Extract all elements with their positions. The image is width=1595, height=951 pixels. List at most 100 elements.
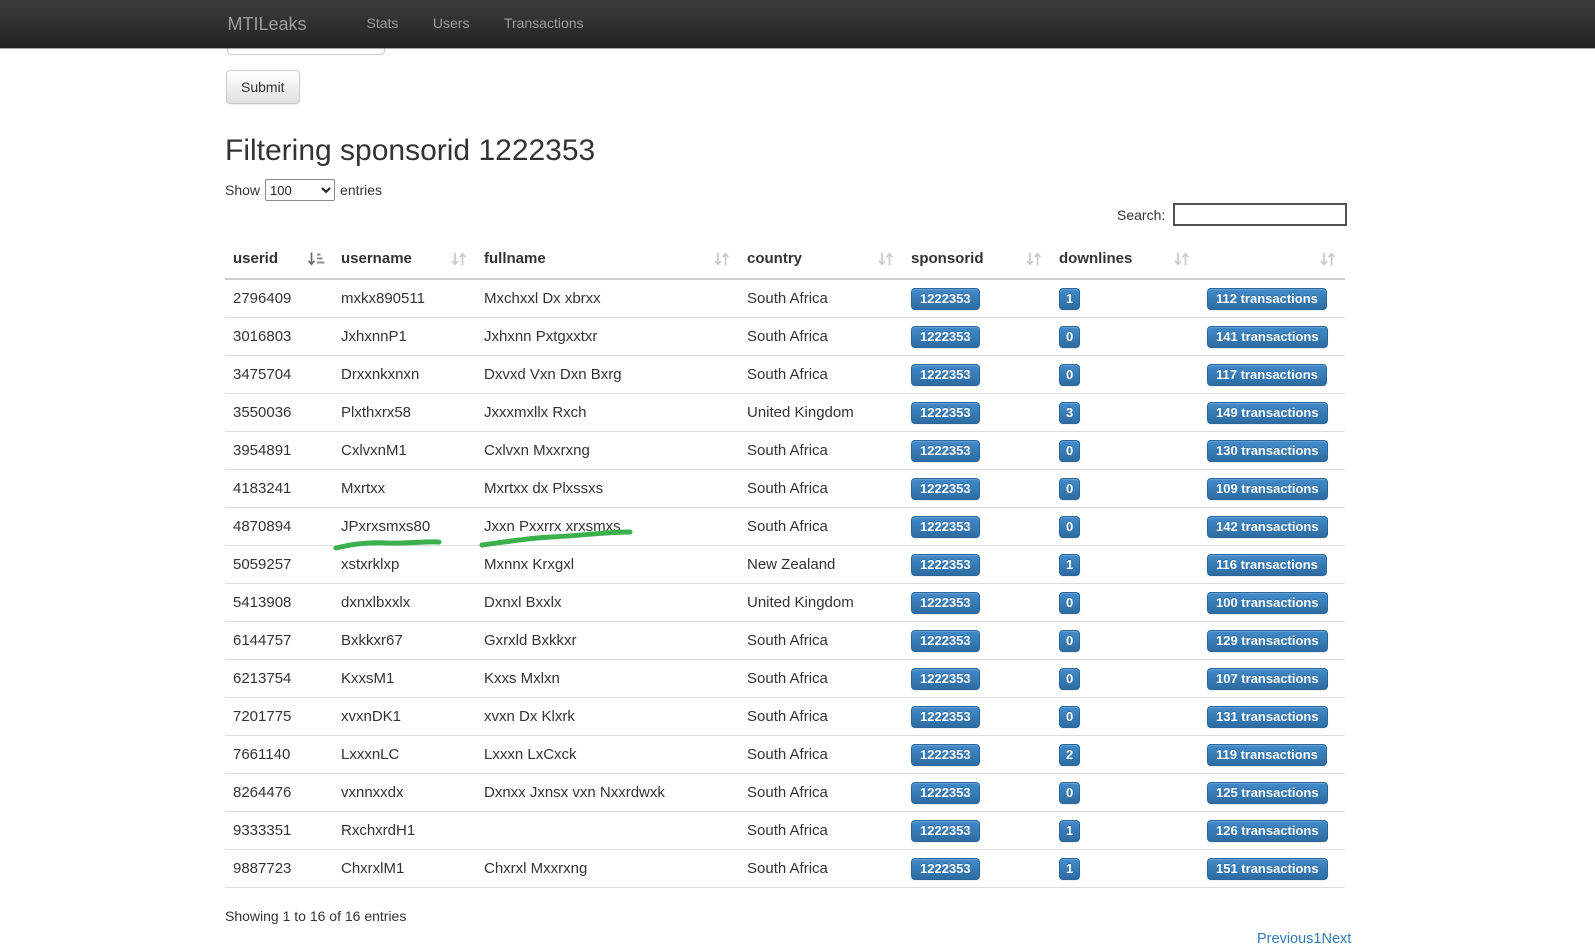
sponsorid-badge[interactable]: 1222353 <box>911 516 980 538</box>
table-row: 2796409 mxkx890511 Mxchxxl Dx xbrxx Sout… <box>225 279 1345 318</box>
cell-username: JPxrxsmxs80 <box>333 508 476 546</box>
transactions-badge[interactable]: 126 transactions <box>1207 820 1328 842</box>
downlines-badge[interactable]: 0 <box>1059 630 1080 652</box>
cell-userid: 7661140 <box>225 736 333 774</box>
cell-username: xstxrklxp <box>333 546 476 584</box>
pagination-next[interactable]: Next <box>1322 931 1352 947</box>
table-row: 3475704 Drxxnkxnxn Dxvxd Vxn Dxn Bxrg So… <box>225 356 1345 394</box>
cell-username: xvxnDK1 <box>333 698 476 736</box>
cell-userid: 9887723 <box>225 850 333 888</box>
pagination-previous[interactable]: Previous <box>1257 931 1313 947</box>
sponsorid-badge[interactable]: 1222353 <box>911 820 980 842</box>
cell-username: KxxsM1 <box>333 660 476 698</box>
nav-item-stats[interactable]: Stats <box>352 15 414 31</box>
sort-ascending-icon <box>307 252 325 267</box>
transactions-badge[interactable]: 116 transactions <box>1207 554 1327 576</box>
transactions-badge[interactable]: 149 transactions <box>1207 402 1328 424</box>
cell-userid: 5413908 <box>225 584 333 622</box>
sponsorid-badge[interactable]: 1222353 <box>911 402 980 424</box>
transactions-badge[interactable]: 107 transactions <box>1207 668 1328 690</box>
transactions-badge[interactable]: 130 transactions <box>1207 440 1328 462</box>
cell-transactions: 125 transactions <box>1199 774 1345 812</box>
col-header-username[interactable]: username <box>333 240 476 279</box>
transactions-badge[interactable]: 119 transactions <box>1207 744 1327 766</box>
search-input[interactable] <box>1173 203 1347 226</box>
downlines-badge[interactable]: 0 <box>1059 478 1080 500</box>
cell-downlines: 1 <box>1051 812 1199 850</box>
transactions-badge[interactable]: 112 transactions <box>1207 288 1327 310</box>
downlines-badge[interactable]: 0 <box>1059 364 1080 386</box>
downlines-badge[interactable]: 0 <box>1059 440 1080 462</box>
transactions-badge[interactable]: 109 transactions <box>1207 478 1328 500</box>
downlines-badge[interactable]: 0 <box>1059 592 1080 614</box>
col-header-transactions[interactable] <box>1199 240 1345 279</box>
downlines-badge[interactable]: 2 <box>1059 744 1080 766</box>
sponsorid-badge[interactable]: 1222353 <box>911 364 980 386</box>
downlines-badge[interactable]: 0 <box>1059 706 1080 728</box>
nav-item-users[interactable]: Users <box>418 15 485 31</box>
downlines-badge[interactable]: 1 <box>1059 858 1080 880</box>
transactions-badge[interactable]: 142 transactions <box>1207 516 1328 538</box>
cell-username: CxlvxnM1 <box>333 432 476 470</box>
cell-transactions: 126 transactions <box>1199 812 1345 850</box>
cell-fullname: Dxnxx Jxnsx vxn Nxxrdwxk <box>476 774 739 812</box>
sponsorid-badge[interactable]: 1222353 <box>911 630 980 652</box>
submit-button[interactable]: Submit <box>226 70 300 104</box>
cell-country: South Africa <box>739 622 903 660</box>
downlines-badge[interactable]: 0 <box>1059 668 1080 690</box>
pagination-current-page[interactable]: 1 <box>1313 931 1321 947</box>
col-header-country[interactable]: country <box>739 240 903 279</box>
table-row: 4870894 JPxrxsmxs80 Jxxn Pxxrrx xrxsmxs … <box>225 508 1345 546</box>
col-header-sponsorid[interactable]: sponsorid <box>903 240 1051 279</box>
brand-link[interactable]: MTILeaks <box>228 14 307 35</box>
transactions-badge[interactable]: 141 transactions <box>1207 326 1328 348</box>
cell-country: New Zealand <box>739 546 903 584</box>
transactions-badge[interactable]: 131 transactions <box>1207 706 1328 728</box>
downlines-badge[interactable]: 0 <box>1059 516 1080 538</box>
column-label: fullname <box>484 250 546 267</box>
cell-sponsorid: 1222353 <box>903 279 1051 318</box>
col-header-downlines[interactable]: downlines <box>1051 240 1199 279</box>
cell-username: mxkx890511 <box>333 279 476 318</box>
downlines-badge[interactable]: 0 <box>1059 326 1080 348</box>
sponsorid-badge[interactable]: 1222353 <box>911 858 980 880</box>
table-row: 9333351 RxchxrdH1 South Africa 1222353 1… <box>225 812 1345 850</box>
sponsorid-badge[interactable]: 1222353 <box>911 668 980 690</box>
sponsorid-badge[interactable]: 1222353 <box>911 288 980 310</box>
cell-sponsorid: 1222353 <box>903 546 1051 584</box>
cell-fullname: Jxxn Pxxrrx xrxsmxs <box>476 508 739 546</box>
col-header-fullname[interactable]: fullname <box>476 240 739 279</box>
downlines-badge[interactable]: 0 <box>1059 782 1080 804</box>
cell-transactions: 117 transactions <box>1199 356 1345 394</box>
cell-sponsorid: 1222353 <box>903 736 1051 774</box>
sponsorid-badge[interactable]: 1222353 <box>911 782 980 804</box>
sponsorid-badge[interactable]: 1222353 <box>911 706 980 728</box>
downlines-badge[interactable]: 1 <box>1059 288 1080 310</box>
col-header-userid[interactable]: userid <box>225 240 333 279</box>
cell-userid: 9333351 <box>225 812 333 850</box>
transactions-badge[interactable]: 100 transactions <box>1207 592 1328 614</box>
table-header-row: userid username <box>225 240 1345 279</box>
sponsorid-badge[interactable]: 1222353 <box>911 554 980 576</box>
sponsorid-badge[interactable]: 1222353 <box>911 440 980 462</box>
transactions-badge[interactable]: 129 transactions <box>1207 630 1328 652</box>
downlines-badge[interactable]: 3 <box>1059 402 1080 424</box>
cell-downlines: 1 <box>1051 279 1199 318</box>
transactions-badge[interactable]: 125 transactions <box>1207 782 1328 804</box>
sponsorid-badge[interactable]: 1222353 <box>911 326 980 348</box>
transactions-badge[interactable]: 151 transactions <box>1207 858 1328 880</box>
cell-transactions: 131 transactions <box>1199 698 1345 736</box>
transactions-badge[interactable]: 117 transactions <box>1207 364 1327 386</box>
sort-both-icon <box>713 252 731 267</box>
sponsorid-badge[interactable]: 1222353 <box>911 478 980 500</box>
downlines-badge[interactable]: 1 <box>1059 554 1080 576</box>
cell-sponsorid: 1222353 <box>903 660 1051 698</box>
sponsorid-badge[interactable]: 1222353 <box>911 744 980 766</box>
entries-label: entries <box>340 182 382 198</box>
cell-country: South Africa <box>739 812 903 850</box>
downlines-badge[interactable]: 1 <box>1059 820 1080 842</box>
nav-item-transactions[interactable]: Transactions <box>489 15 599 31</box>
page-size-select[interactable]: 100 <box>265 179 335 201</box>
sponsorid-badge[interactable]: 1222353 <box>911 592 980 614</box>
cell-downlines: 1 <box>1051 850 1199 888</box>
